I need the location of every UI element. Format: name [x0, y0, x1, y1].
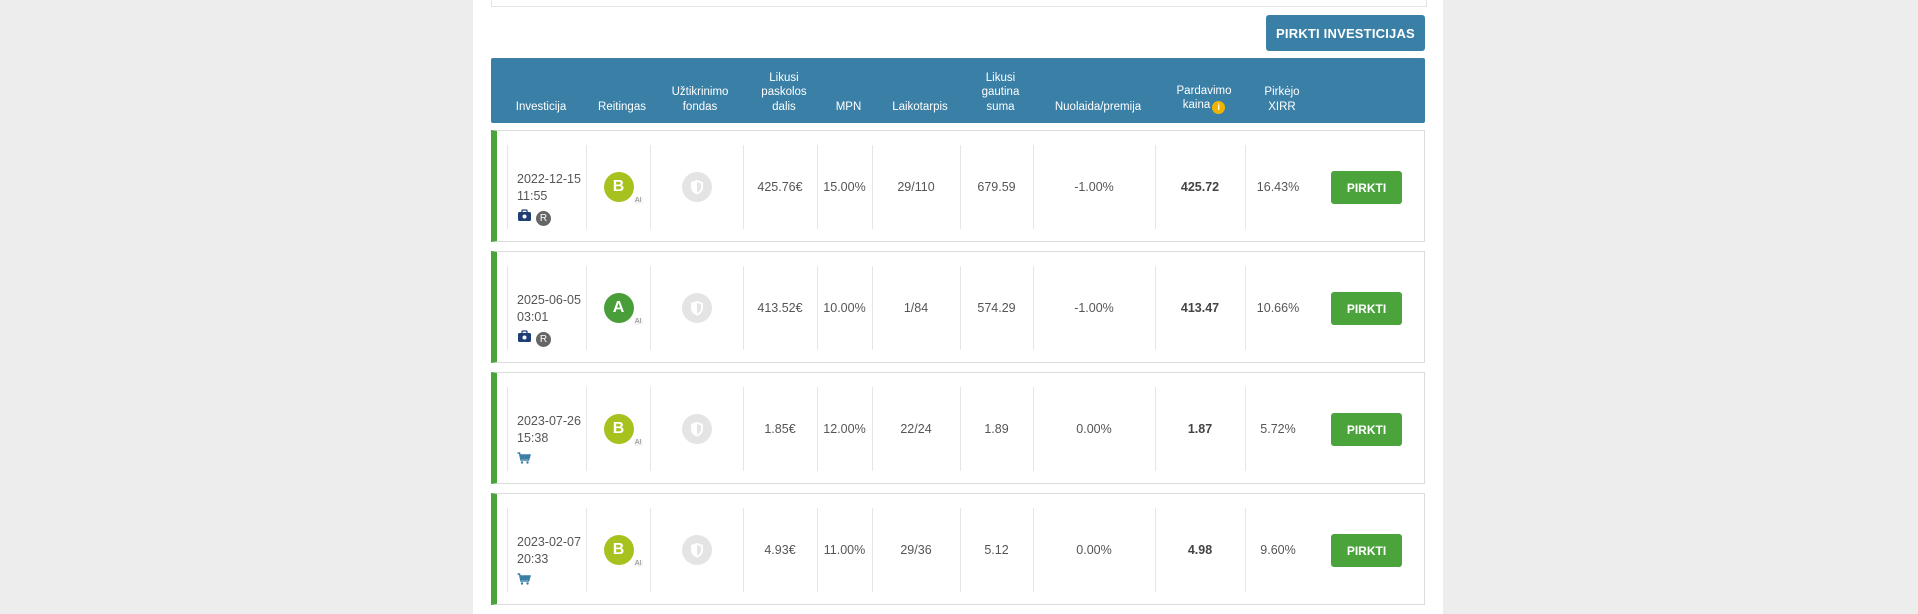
price-cell: 1.87	[1155, 387, 1246, 471]
xirr-cell: 5.72%	[1260, 422, 1296, 436]
ai-label: AI	[633, 560, 643, 567]
info-icon[interactable]: i	[1212, 101, 1226, 114]
header-guarantee-fund[interactable]: Užtikrinimo fondas	[653, 58, 747, 114]
term-cell: 22/24	[872, 387, 961, 471]
cart-icon	[517, 451, 532, 469]
rating-cell: B AI	[587, 145, 651, 229]
rating-cell: B AI	[587, 387, 651, 471]
header-rating[interactable]: Reitingas	[591, 58, 653, 114]
xirr-cell: 10.66%	[1256, 301, 1300, 315]
header-mpn[interactable]: MPN	[821, 58, 876, 114]
remaining-cell: 679.59	[960, 145, 1034, 229]
shield-icon	[681, 535, 712, 565]
table-header: Investicija Reitingas Užtikrinimo fondas…	[491, 58, 1425, 123]
investment-icons: R	[517, 330, 551, 348]
briefcase-icon	[517, 330, 532, 348]
ai-label: AI	[633, 439, 643, 446]
mpn-cell: 11.00%	[817, 508, 873, 592]
buy-button[interactable]: PIRKTI	[1331, 413, 1402, 446]
previous-section-edge	[491, 0, 1427, 7]
guarantee-cell	[650, 387, 744, 471]
buy-button[interactable]: PIRKTI	[1331, 171, 1402, 204]
investment-cell: 2023-07-26 15:38	[507, 387, 587, 471]
header-investment[interactable]: Investicija	[491, 58, 591, 114]
investment-cell: 2023-02-07 20:33	[507, 508, 587, 592]
xirr-cell: 16.43%	[1256, 180, 1300, 194]
buy-button[interactable]: PIRKTI	[1331, 292, 1402, 325]
table-row: 2022-12-15 11:55 R B AI 425.76€ 15.00% 29…	[491, 130, 1425, 242]
discount-cell: 0.00%	[1033, 387, 1156, 471]
remaining-cell: 574.29	[960, 266, 1034, 350]
rating-badge: A AI	[603, 293, 643, 325]
investment-date: 2023-07-26	[517, 414, 581, 428]
ai-label: AI	[633, 318, 643, 325]
header-remaining-amount[interactable]: Likusi gautina suma	[964, 58, 1037, 114]
guarantee-cell	[650, 266, 744, 350]
guarantee-cell	[650, 508, 744, 592]
mpn-cell: 12.00%	[817, 387, 873, 471]
investment-date: 2025-06-05	[517, 293, 581, 307]
rating-cell: A AI	[587, 266, 651, 350]
investment-date: 2023-02-07	[517, 535, 581, 549]
term-cell: 29/110	[872, 145, 961, 229]
header-sale-price[interactable]: Pardavimo kaina i	[1159, 58, 1249, 114]
guarantee-cell	[650, 145, 744, 229]
investment-time: 11:55	[517, 189, 548, 203]
discount-cell: -1.00%	[1033, 145, 1156, 229]
buy-button[interactable]: PIRKTI	[1331, 534, 1402, 567]
table-row: 2023-07-26 15:38 B AI 1.85€ 12.00% 22/24 …	[491, 372, 1425, 484]
header-discount[interactable]: Nuolaida/premija	[1037, 58, 1159, 114]
discount-cell: 0.00%	[1033, 508, 1156, 592]
shield-icon	[681, 414, 712, 444]
term-cell: 1/84	[872, 266, 961, 350]
investment-icons	[517, 572, 532, 590]
table-row: 2023-02-07 20:33 B AI 4.93€ 11.00% 29/36 …	[491, 493, 1425, 605]
table-row: 2025-06-05 03:01 R A AI 413.52€ 10.00% 1/…	[491, 251, 1425, 363]
shield-icon	[681, 172, 712, 202]
r-badge: R	[536, 210, 551, 226]
discount-cell: -1.00%	[1033, 266, 1156, 350]
loan-part-cell: 1.85€	[743, 387, 818, 471]
price-cell: 413.47	[1155, 266, 1246, 350]
investment-time: 03:01	[517, 310, 549, 324]
investment-icons: R	[517, 209, 551, 227]
xirr-cell: 9.60%	[1260, 543, 1296, 557]
remaining-cell: 1.89	[960, 387, 1034, 471]
header-term[interactable]: Laikotarpis	[876, 58, 964, 114]
r-badge: R	[536, 331, 551, 347]
rating-cell: B AI	[587, 508, 651, 592]
remaining-cell: 5.12	[960, 508, 1034, 592]
investment-time: 20:33	[517, 552, 549, 566]
loan-part-cell: 4.93€	[743, 508, 818, 592]
ai-label: AI	[633, 197, 643, 204]
price-cell: 425.72	[1155, 145, 1246, 229]
briefcase-icon	[517, 209, 532, 227]
header-buyer-xirr[interactable]: Pirkėjo XIRR	[1249, 58, 1315, 114]
mpn-cell: 10.00%	[817, 266, 873, 350]
rating-badge: B AI	[603, 172, 643, 204]
cart-icon	[517, 572, 532, 590]
term-cell: 29/36	[872, 508, 961, 592]
investment-cell: 2025-06-05 03:01 R	[507, 266, 587, 350]
loan-part-cell: 425.76€	[743, 145, 818, 229]
investment-icons	[517, 451, 532, 469]
header-remaining-loan-part[interactable]: Likusi paskolos dalis	[747, 58, 821, 114]
rating-badge: B AI	[603, 414, 643, 446]
shield-icon	[681, 293, 712, 323]
investment-time: 15:38	[517, 431, 549, 445]
rating-badge: B AI	[603, 535, 643, 567]
mpn-cell: 15.00%	[817, 145, 873, 229]
investment-cell: 2022-12-15 11:55 R	[507, 145, 587, 229]
buy-investments-button[interactable]: PIRKTI INVESTICIJAS	[1266, 15, 1425, 51]
loan-part-cell: 413.52€	[743, 266, 818, 350]
price-cell: 4.98	[1155, 508, 1246, 592]
investment-date: 2022-12-15	[517, 172, 581, 186]
